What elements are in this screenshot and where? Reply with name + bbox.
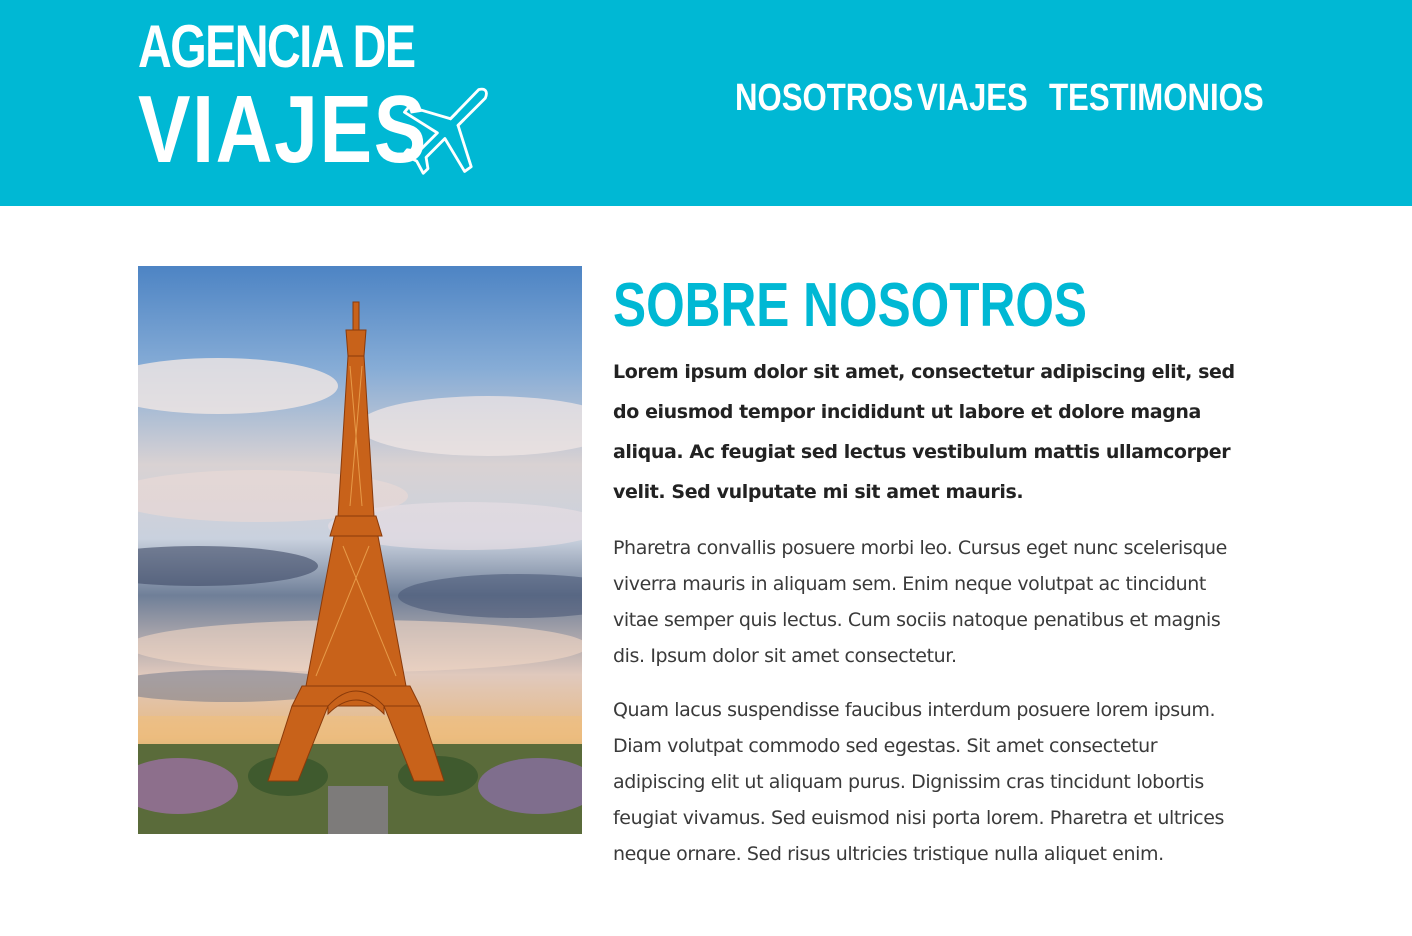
about-paragraph-1: Pharetra convallis posuere morbi leo. Cu… [613, 537, 1227, 667]
nav-item-testimonios[interactable]: TESTIMONIOS [1049, 76, 1264, 120]
about-title: SOBRE NOSOTROS [613, 271, 1088, 340]
eiffel-tower-photo [138, 266, 582, 834]
airplane-icon [402, 87, 488, 175]
about-paragraph-2: Quam lacus suspendisse faucibus interdum… [613, 699, 1225, 865]
logo-line-1: AGENCIA DE [138, 13, 416, 80]
about-lead-paragraph: Lorem ipsum dolor sit amet, consectetur … [613, 361, 1235, 503]
nav-item-nosotros[interactable]: NOSOTROS [735, 76, 913, 120]
nav-item-viajes[interactable]: VIAJES [917, 76, 1028, 120]
about-section: SOBRE NOSOTROS Lorem ipsum dolor sit ame… [613, 268, 1253, 872]
site-header: AGENCIA DE VIAJES NOSOTROS VIAJES TESTIM… [0, 0, 1412, 206]
main-nav: NOSOTROS VIAJES TESTIMONIOS [735, 76, 1264, 120]
logo-line-2: VIAJES [138, 76, 428, 183]
